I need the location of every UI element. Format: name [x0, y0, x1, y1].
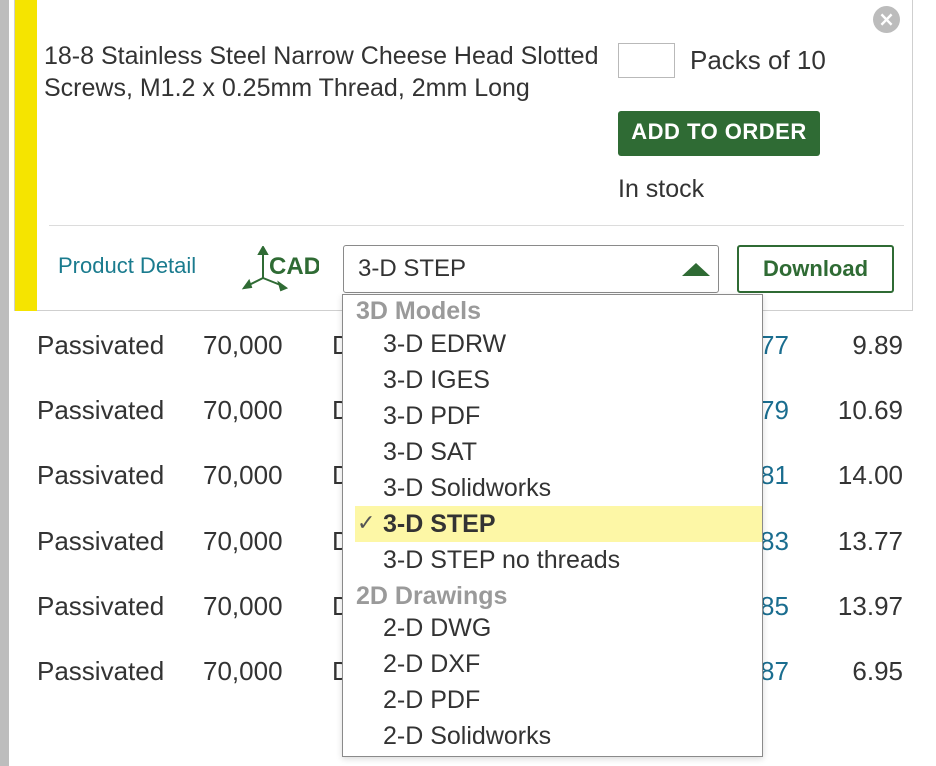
- product-order-card: 18-8 Stainless Steel Narrow Cheese Head …: [14, 0, 913, 311]
- selected-format: 3-D STEP: [358, 255, 467, 282]
- part-number-link[interactable]: 77: [760, 325, 789, 365]
- add-to-order-button[interactable]: ADD TO ORDER: [618, 111, 820, 156]
- part-number-link[interactable]: 81: [760, 455, 789, 495]
- product-detail-link[interactable]: Product Detail: [58, 250, 196, 282]
- tensile-strength-cell: 70,000: [203, 656, 283, 686]
- cad-icon: CAD: [241, 246, 319, 292]
- tensile-strength-cell: 70,000: [203, 460, 283, 490]
- checkmark-icon: ✓: [357, 511, 376, 536]
- finish-cell: Passivated: [37, 656, 165, 686]
- tensile-strength-cell: 70,000: [203, 591, 283, 621]
- option-3d-step-no-threads[interactable]: 3-D STEP no threads: [343, 542, 762, 578]
- finish-cell: Passivated: [37, 395, 165, 425]
- price-cell: 9.89: [852, 330, 903, 360]
- download-button[interactable]: Download: [737, 245, 894, 293]
- option-2d-dwg[interactable]: 2-D DWG: [343, 610, 762, 646]
- product-title: 18-8 Stainless Steel Narrow Cheese Head …: [44, 42, 599, 102]
- cad-logo-text: CAD: [269, 253, 319, 280]
- finish-cell: Passivated: [37, 526, 165, 556]
- option-3d-edrw[interactable]: 3-D EDRW: [343, 326, 762, 362]
- option-3d-iges[interactable]: 3-D IGES: [343, 362, 762, 398]
- part-number-link[interactable]: 79: [760, 390, 789, 430]
- price-cell: 14.00: [837, 460, 903, 490]
- tensile-strength-cell: 70,000: [203, 330, 283, 360]
- stock-status: In stock: [618, 175, 705, 203]
- part-number-link[interactable]: 85: [760, 586, 789, 626]
- packs-label: Packs of 10: [690, 45, 826, 75]
- option-2d-pdf[interactable]: 2-D PDF: [343, 682, 762, 718]
- finish-cell: Passivated: [37, 330, 165, 360]
- group-label-2d-drawings: 2D Drawings: [356, 582, 508, 610]
- finish-cell: Passivated: [37, 591, 165, 621]
- tensile-strength-cell: 70,000: [203, 526, 283, 556]
- option-3d-solidworks[interactable]: 3-D Solidworks: [343, 470, 762, 506]
- cad-format-select[interactable]: 3-D STEP: [343, 245, 719, 293]
- close-icon[interactable]: ×: [873, 6, 900, 33]
- tensile-strength-cell: 70,000: [203, 395, 283, 425]
- cad-format-dropdown: 3D Models 3-D EDRW 3-D IGES 3-D PDF 3-D …: [342, 294, 763, 757]
- part-number-link[interactable]: 87: [760, 651, 789, 691]
- option-3d-pdf[interactable]: 3-D PDF: [343, 398, 762, 434]
- part-number-link[interactable]: 83: [760, 521, 789, 561]
- finish-cell: Passivated: [37, 460, 165, 490]
- quantity-input[interactable]: [618, 43, 675, 78]
- price-cell: 13.97: [837, 591, 903, 621]
- card-accent-bar: [15, 0, 37, 311]
- option-3d-sat[interactable]: 3-D SAT: [343, 434, 762, 470]
- price-cell: 6.95: [852, 656, 903, 686]
- divider: [49, 225, 904, 226]
- caret-up-icon: [682, 263, 710, 276]
- price-cell: 10.69: [837, 395, 903, 425]
- option-3d-step[interactable]: ✓ 3-D STEP: [355, 506, 762, 542]
- group-label-3d-models: 3D Models: [356, 297, 482, 325]
- price-cell: 13.77: [837, 526, 903, 556]
- option-2d-dxf[interactable]: 2-D DXF: [343, 646, 762, 682]
- option-2d-solidworks[interactable]: 2-D Solidworks: [343, 718, 762, 754]
